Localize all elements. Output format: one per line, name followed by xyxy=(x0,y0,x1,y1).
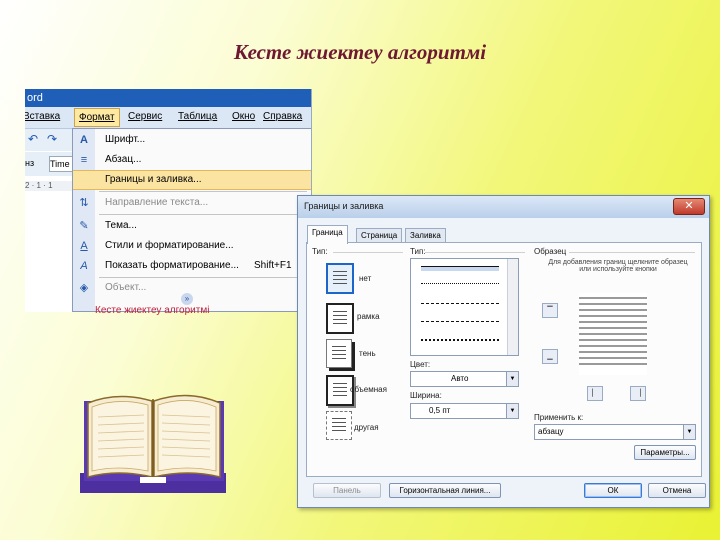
word-title: ord xyxy=(25,89,311,107)
redo-icon[interactable]: ↷ xyxy=(47,132,57,146)
bottom-border-button[interactable]: ▁ xyxy=(542,349,558,364)
menu-item-shortcut: Shift+F1 xyxy=(254,260,292,271)
close-icon[interactable]: ✕ xyxy=(673,198,705,215)
color-select[interactable]: Авто ▼ xyxy=(410,371,519,387)
text-direction-icon: ⇅ xyxy=(79,197,89,209)
menu-insert[interactable]: Вставка xyxy=(25,111,60,122)
format-menu: A Шрифт... ≡ Абзац... Границы и заливка.… xyxy=(72,128,311,312)
left-border-button[interactable]: ▏ xyxy=(587,386,603,401)
menu-item-theme[interactable]: ✎ Тема... xyxy=(73,216,311,236)
style-solid-line[interactable] xyxy=(421,266,499,271)
word-menu-screenshot: ord Вставка Формат Сервис Таблица Окно С… xyxy=(25,89,312,312)
color-value: Авто xyxy=(451,374,469,383)
menu-item-label: Границы и заливка... xyxy=(105,174,202,185)
cancel-button[interactable]: Отмена xyxy=(648,483,706,498)
expand-menu-chevron-icon[interactable]: » xyxy=(181,293,193,305)
menu-separator xyxy=(99,214,307,215)
right-border-button[interactable]: ▕ xyxy=(630,386,646,401)
preview-area[interactable] xyxy=(579,293,647,375)
apply-to-select[interactable]: абзацу ▼ xyxy=(534,424,696,440)
menu-item-label: Направление текста... xyxy=(105,197,209,208)
formatting-toolbar: нз Time xyxy=(25,152,77,176)
menu-item-label: Стили и форматирование... xyxy=(105,240,234,251)
slide-title: Кесте жиектеу алгоритмі xyxy=(233,40,487,64)
menu-item-styles[interactable]: A Стили и форматирование... xyxy=(73,236,311,256)
undo-icon[interactable]: ↶ xyxy=(28,132,38,146)
horizontal-line-button[interactable]: Горизонтальная линия... xyxy=(389,483,501,498)
paragraph-icon: ≡ xyxy=(80,154,88,166)
menu-format[interactable]: Формат xyxy=(74,108,120,127)
section-divider xyxy=(425,252,525,253)
document-red-text: Кесте жиектеу алгоритмі xyxy=(95,305,210,316)
border-custom-icon[interactable] xyxy=(326,411,352,440)
ruler: 2 · 1 · 1 xyxy=(25,181,75,191)
ok-button[interactable]: ОК xyxy=(584,483,642,498)
dialog-title: Границы и заливка xyxy=(304,201,384,211)
chevron-down-icon[interactable]: ▼ xyxy=(506,404,518,418)
menu-separator xyxy=(99,191,307,192)
type-3d-label[interactable]: объемная xyxy=(350,385,387,394)
menu-item-label: Абзац... xyxy=(105,154,142,165)
reveal-formatting-icon: A xyxy=(80,260,88,272)
standard-toolbar: ↶ ↷ xyxy=(25,129,75,151)
menu-item-label: Объект... xyxy=(105,282,147,293)
font-icon: A xyxy=(80,134,88,146)
preview-label: Образец xyxy=(534,247,567,256)
menu-item-reveal-formatting[interactable]: A Показать форматирование... Shift+F1 xyxy=(73,256,311,276)
line-style-list[interactable] xyxy=(410,258,519,356)
menu-window[interactable]: Окно xyxy=(232,111,255,122)
section-divider xyxy=(333,252,403,253)
type-label: Тип: xyxy=(312,247,328,256)
type-shadow-label[interactable]: тень xyxy=(359,349,376,358)
style-long-dash-line[interactable] xyxy=(421,321,499,322)
menu-service[interactable]: Сервис xyxy=(128,111,162,122)
style-dashed-line[interactable] xyxy=(421,303,499,304)
type-none-label[interactable]: нет xyxy=(359,274,371,283)
menu-item-label: Шрифт... xyxy=(105,134,146,145)
borders-shading-dialog: Границы и заливка ✕ Граница Страница Зал… xyxy=(297,195,710,508)
width-label: Ширина: xyxy=(410,391,442,400)
apply-to-label: Применить к: xyxy=(534,413,584,422)
menu-table[interactable]: Таблица xyxy=(178,111,217,122)
menu-item-borders-shading[interactable]: Границы и заливка... xyxy=(73,170,311,190)
border-box-icon[interactable] xyxy=(326,303,354,334)
theme-icon: ✎ xyxy=(79,220,89,232)
open-book-illustration xyxy=(80,394,226,493)
chevron-down-icon[interactable]: ▼ xyxy=(683,425,695,439)
type-box-label[interactable]: рамка xyxy=(357,312,380,321)
apply-to-value: абзацу xyxy=(538,427,564,436)
preview-hint: Для добавления границ щелкните образец и… xyxy=(548,259,688,273)
dialog-body: Тип: нет рамка тень объемная другая Тип: xyxy=(306,242,702,477)
width-select[interactable]: 0,5 пт ▼ xyxy=(410,403,519,419)
tab-border[interactable]: Граница xyxy=(307,225,348,244)
style-label: Тип: xyxy=(410,247,426,256)
menu-item-font[interactable]: A Шрифт... xyxy=(73,130,311,150)
color-label: Цвет: xyxy=(410,360,431,369)
menu-item-label: Показать форматирование... xyxy=(105,260,239,271)
border-none-icon[interactable] xyxy=(326,263,354,294)
menu-help[interactable]: Справка xyxy=(263,111,302,122)
style-list-scrollbar[interactable] xyxy=(507,259,518,355)
style-dotted-line[interactable] xyxy=(421,283,499,284)
style-dash-dot-line[interactable] xyxy=(421,339,499,341)
border-shadow-icon[interactable] xyxy=(326,339,352,368)
menu-item-text-direction[interactable]: ⇅ Направление текста... xyxy=(73,193,311,213)
tab-shading[interactable]: Заливка xyxy=(405,228,446,243)
menu-item-label: Тема... xyxy=(105,220,137,231)
top-border-button[interactable]: ▔ xyxy=(542,303,558,318)
section-divider xyxy=(569,252,695,253)
tab-page[interactable]: Страница xyxy=(356,228,403,243)
panel-button[interactable]: Панель xyxy=(313,483,381,498)
menu-item-paragraph[interactable]: ≡ Абзац... xyxy=(73,150,311,170)
width-value: 0,5 пт xyxy=(429,406,451,415)
style-box[interactable]: нз xyxy=(25,158,34,168)
dialog-titlebar: Границы и заливка ✕ xyxy=(298,196,709,218)
parameters-button[interactable]: Параметры... xyxy=(634,445,696,460)
object-icon: ◈ xyxy=(79,282,89,294)
menu-bar: Вставка Формат Сервис Таблица Окно Справ… xyxy=(25,107,311,129)
styles-icon: A xyxy=(80,240,88,252)
type-custom-label[interactable]: другая xyxy=(354,423,379,432)
chevron-down-icon[interactable]: ▼ xyxy=(506,372,518,386)
